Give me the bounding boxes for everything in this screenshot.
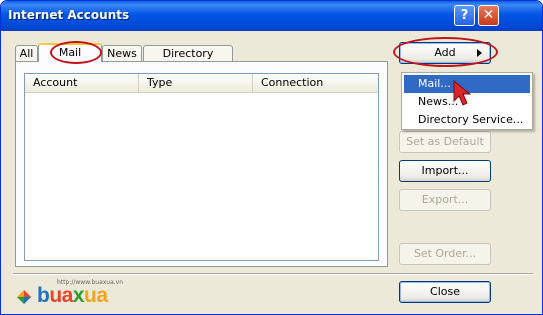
- brand-part-4: ua: [84, 284, 108, 307]
- set-order-button[interactable]: Set Order...: [399, 243, 491, 265]
- footer-divider: [13, 273, 533, 275]
- brand-part-1: b: [37, 284, 50, 307]
- close-window-button[interactable]: ✕: [478, 5, 499, 26]
- export-button[interactable]: Export...: [399, 189, 491, 211]
- title-bar[interactable]: Internet Accounts ? ✕: [1, 1, 542, 31]
- column-header-account[interactable]: Account: [25, 74, 139, 92]
- watermark-brand: buaxua: [37, 284, 108, 308]
- tab-news[interactable]: News: [102, 45, 142, 61]
- help-button[interactable]: ?: [454, 5, 475, 26]
- close-button[interactable]: Close: [399, 281, 491, 303]
- tab-directory-service[interactable]: Directory Service: [143, 45, 233, 75]
- set-as-default-button[interactable]: Set as Default: [399, 131, 491, 153]
- buaxua-logo-icon: [17, 290, 31, 304]
- brand-part-3: x: [72, 284, 85, 307]
- brand-part-2: ua: [49, 284, 73, 307]
- mail-tab-highlight-oval: [50, 41, 102, 64]
- column-header-connection[interactable]: Connection: [253, 74, 378, 92]
- internet-accounts-dialog: Internet Accounts ? ✕ All Mail News Dire…: [0, 0, 543, 315]
- accounts-list[interactable]: Account Type Connection: [24, 73, 379, 261]
- buaxua-watermark-logo: http://www.buaxua.vn buaxua: [15, 279, 125, 309]
- add-button-highlight-oval: [393, 37, 498, 67]
- window-title: Internet Accounts: [8, 8, 130, 22]
- mouse-pointer-icon: [453, 80, 472, 106]
- import-button[interactable]: Import...: [399, 160, 491, 182]
- column-header-type[interactable]: Type: [139, 74, 253, 92]
- menu-item-directory-service[interactable]: Directory Service...: [404, 111, 530, 129]
- accounts-tab-panel: Account Type Connection: [15, 61, 388, 267]
- accounts-list-header: Account Type Connection: [25, 74, 378, 93]
- tab-all[interactable]: All: [15, 45, 38, 61]
